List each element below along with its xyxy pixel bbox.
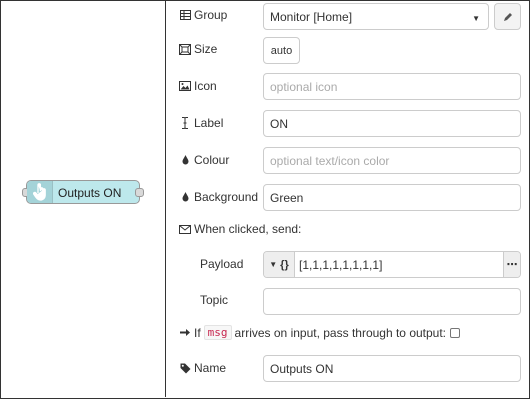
when-clicked-label: When clicked, send:	[179, 222, 301, 236]
msg-code: msg	[203, 325, 232, 340]
expand-editor-button[interactable]: ⋯	[503, 252, 520, 277]
group-label: Group	[179, 8, 227, 22]
label-label: Label	[179, 116, 223, 130]
size-button[interactable]: auto	[263, 37, 300, 64]
passthrough-checkbox[interactable]	[450, 327, 461, 338]
name-input[interactable]: Outputs ON	[263, 355, 521, 382]
pencil-icon	[503, 12, 512, 21]
tag-icon	[179, 362, 191, 374]
table-icon	[179, 9, 191, 21]
touch-hand-icon	[33, 183, 46, 201]
payload-label: Payload	[200, 257, 244, 271]
topic-label: Topic	[200, 293, 229, 307]
passthrough-row: If msg arrives on input, pass through to…	[179, 325, 461, 340]
drop-icon	[179, 191, 191, 203]
payload-typed-input[interactable]: ▼ {} [1,1,1,1,1,1,1,1] ⋯	[263, 251, 521, 278]
image-icon	[179, 80, 191, 92]
node-label: Outputs ON	[58, 186, 122, 200]
colour-label: Colour	[179, 153, 229, 167]
text-cursor-icon	[179, 117, 191, 129]
topic-input[interactable]	[263, 288, 521, 315]
chevron-down-icon: ▼	[472, 14, 480, 23]
node-preview[interactable]: Outputs ON	[22, 180, 144, 204]
node-icon-area	[27, 181, 53, 203]
panel-divider	[165, 0, 166, 397]
caret-down-icon: ▼	[269, 260, 278, 269]
name-label: Name	[179, 361, 226, 375]
icon-input[interactable]: optional icon	[263, 73, 521, 100]
group-select[interactable]: Monitor [Home] ▼	[263, 3, 489, 30]
background-input[interactable]: Green	[263, 184, 521, 211]
payload-type-button[interactable]: ▼ {}	[264, 252, 295, 277]
colour-input[interactable]: optional text/icon color	[263, 147, 521, 174]
edit-group-button[interactable]	[494, 3, 521, 30]
drop-icon	[179, 154, 191, 166]
icon-label: Icon	[179, 79, 217, 93]
payload-value[interactable]: [1,1,1,1,1,1,1,1]	[295, 252, 503, 277]
label-input[interactable]: ON	[263, 110, 521, 137]
background-label: Background	[179, 190, 258, 204]
arrow-right-icon	[179, 327, 191, 339]
size-label: Size	[179, 42, 217, 56]
output-port[interactable]	[135, 188, 144, 197]
resize-icon	[179, 43, 191, 55]
envelope-icon	[179, 223, 191, 235]
ellipsis-icon: ⋯	[506, 259, 518, 271]
